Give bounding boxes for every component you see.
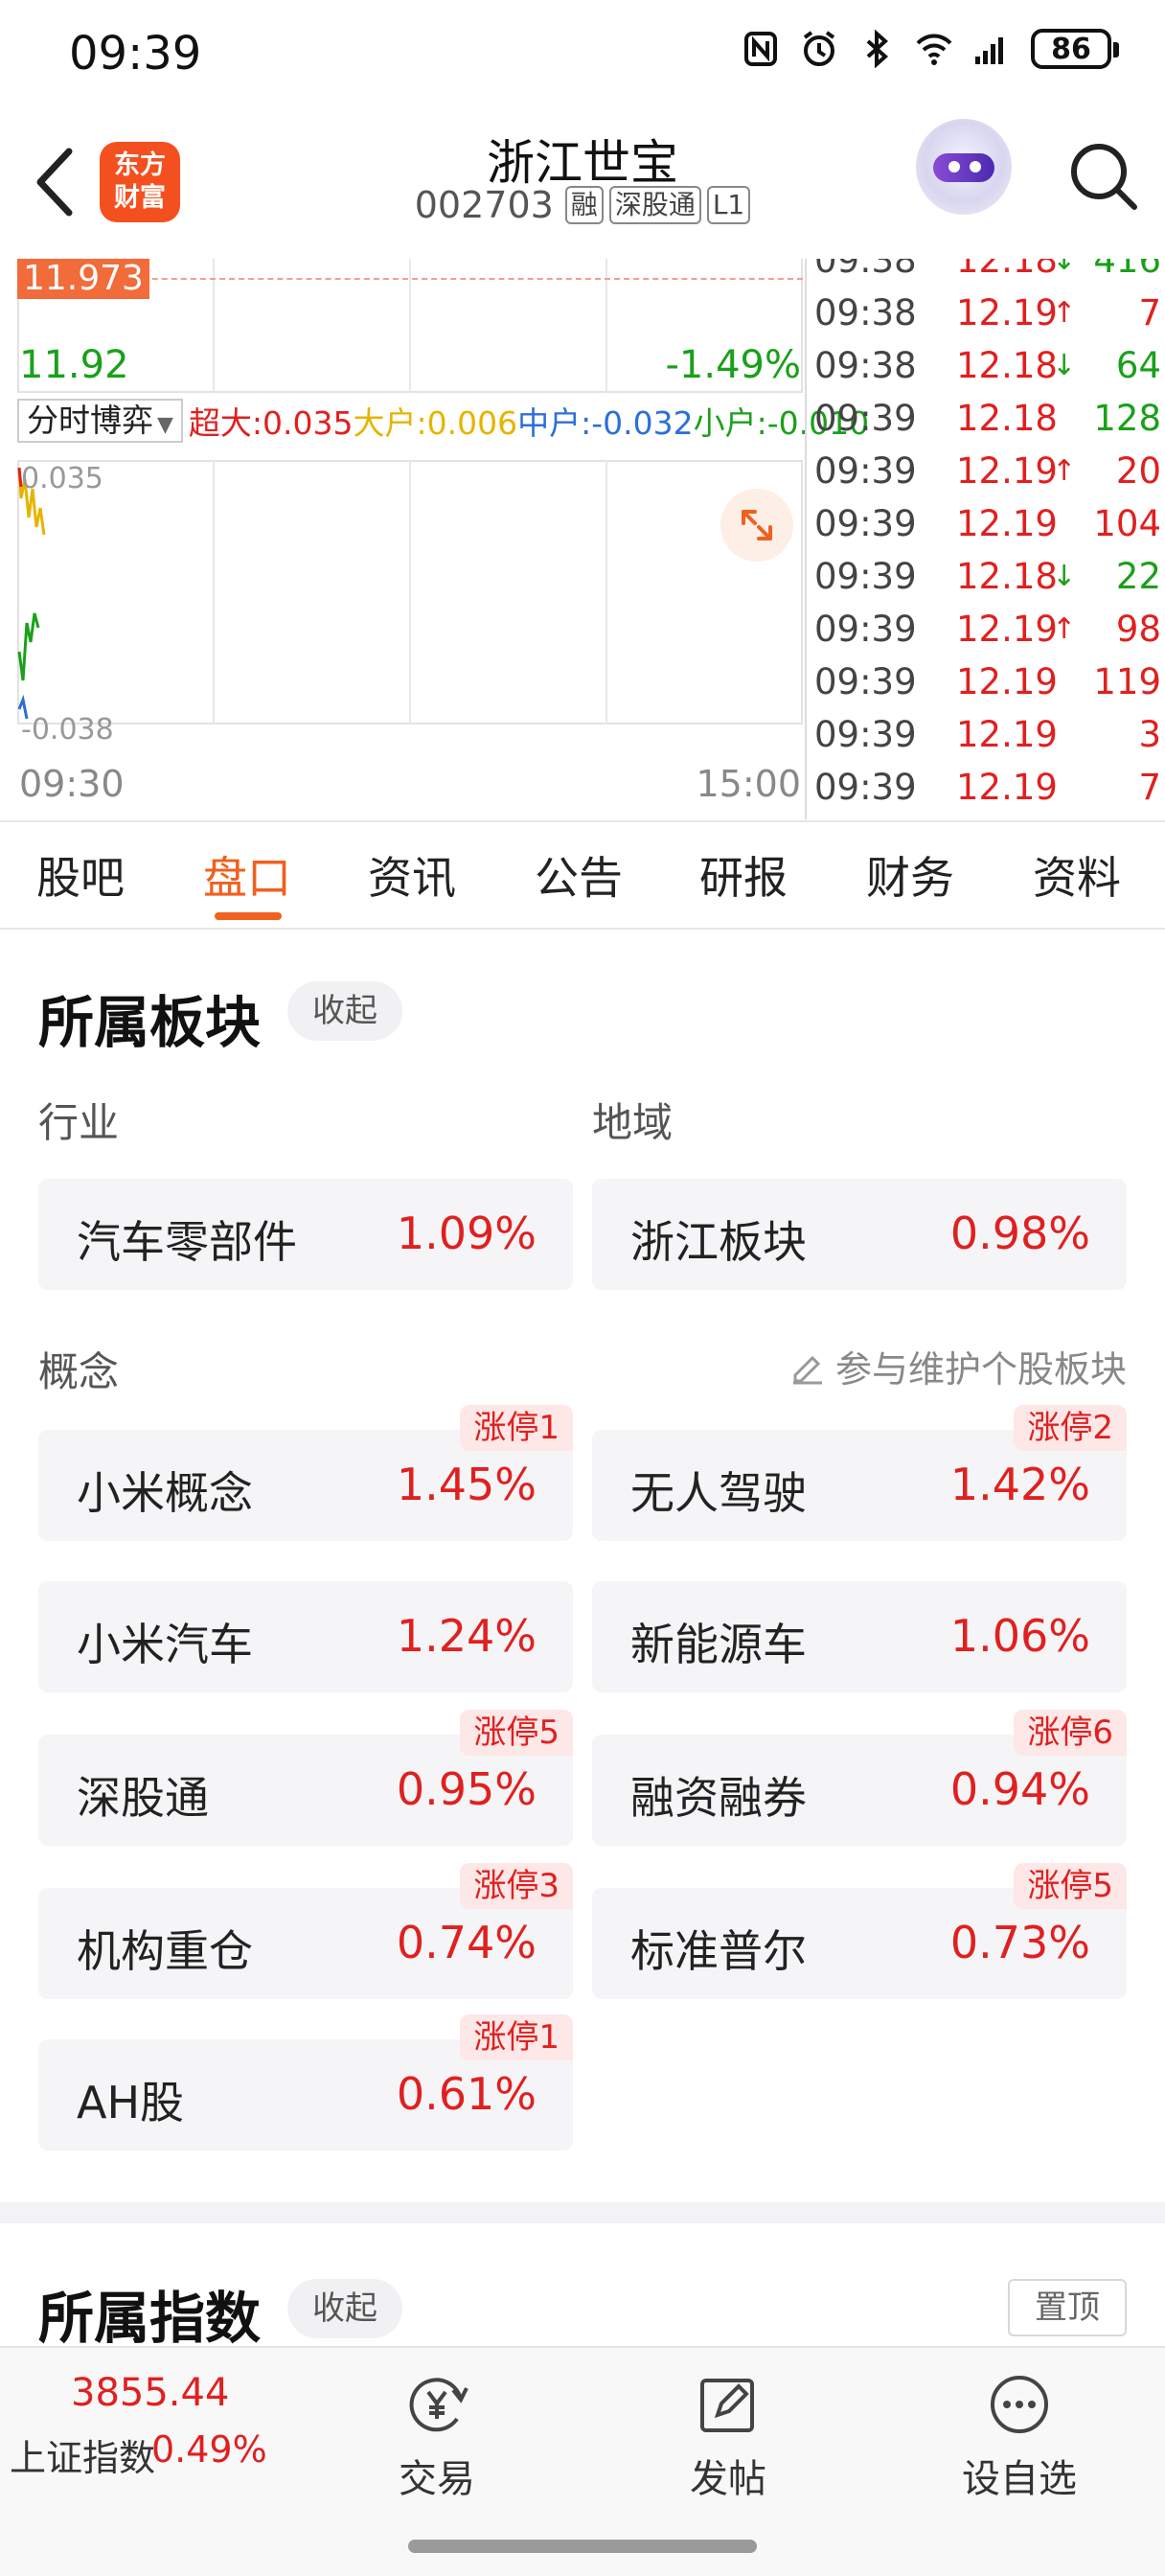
sector-section-title: 所属板块 (38, 990, 262, 1055)
limit-up-badge: 涨停3 (460, 1863, 573, 1909)
indicator-super-large: 超大:0.035 (188, 404, 354, 442)
industry-card[interactable]: 汽车零部件 1.09% (38, 1179, 573, 1290)
industry-label: 行业 (38, 1099, 120, 1146)
section-divider (0, 2202, 1165, 2223)
time-start: 09:30 (19, 763, 125, 805)
concept-label: 概念 (38, 1348, 120, 1395)
low-pct-label: -1.49% (665, 343, 801, 387)
tab-research[interactable]: 研报 (699, 843, 788, 907)
tab-profile[interactable]: 资料 (1033, 843, 1121, 907)
concept-card[interactable]: 小米汽车 1.24% (38, 1581, 573, 1692)
region-card[interactable]: 浙江板块 0.98% (592, 1179, 1127, 1290)
detail-tabs: 股吧 盘口 资讯 公告 研报 财务 资料 (0, 822, 1165, 928)
active-tab-underline (215, 912, 282, 920)
index-section-title: 所属指数 (38, 2286, 262, 2351)
margin-tag: 融 (564, 186, 604, 224)
tab-finance[interactable]: 财务 (866, 843, 954, 907)
concept-card[interactable]: 涨停6 融资融券 0.94% (592, 1710, 1127, 1846)
concept-card[interactable]: 涨停5 标准普尔 0.73% (592, 1863, 1127, 1999)
indicator-lines (17, 467, 46, 720)
axis-bottom-label: -0.038 (21, 713, 114, 747)
level-tag: L1 (706, 186, 751, 224)
battery-indicator: 86 (1031, 29, 1119, 69)
down-arrow-icon: ↓ (1052, 349, 1077, 382)
tab-guba[interactable]: 股吧 (36, 843, 125, 907)
up-arrow-icon: ↑ (1052, 454, 1077, 488)
concept-card[interactable]: 涨停3 机构重仓 0.74% (38, 1863, 573, 1999)
limit-up-badge: 涨停1 (460, 1405, 573, 1451)
limit-up-badge: 涨停1 (460, 2014, 573, 2060)
indicator-medium: 中户:-0.032 (517, 404, 694, 442)
status-icons: 86 (743, 29, 1119, 69)
index-name: 上证指数 (10, 2437, 156, 2479)
edit-icon (792, 1355, 822, 1384)
low-price-label: 11.92 (19, 343, 129, 387)
tick-row: 09:39 12.19 7 (814, 767, 1161, 808)
pin-to-top-button[interactable]: 置顶 (1008, 2279, 1127, 2336)
concept-card[interactable]: 涨停1 小米概念 1.45% (38, 1405, 573, 1541)
limit-up-badge: 涨停5 (460, 1710, 573, 1756)
alarm-icon (803, 31, 835, 66)
concept-card[interactable]: 涨停1 AH股 0.61% (38, 2014, 573, 2150)
limit-up-badge: 涨停6 (1014, 1710, 1127, 1756)
home-indicator[interactable] (408, 2540, 757, 2553)
post-button[interactable]: 发帖 (651, 2371, 805, 2503)
search-icon[interactable] (1065, 138, 1142, 215)
signal-icon (975, 37, 1003, 64)
concept-card[interactable]: 涨停5 深股通 0.95% (38, 1710, 573, 1846)
status-bar: 09:39 86 (0, 0, 1165, 105)
dropdown-caret-icon: ▼ (157, 413, 173, 437)
up-arrow-icon: ↑ (1052, 296, 1077, 330)
down-arrow-icon: ↓ (1052, 560, 1077, 593)
intraday-chart[interactable]: 11.973 11.92 -1.49% 分时博弈 ▼ 超大:0.035 大户:0.… (0, 259, 869, 819)
add-watchlist-button[interactable]: 设自选 (943, 2371, 1096, 2503)
limit-up-badge: 涨停2 (1014, 1405, 1127, 1451)
indicator-large: 大户:0.006 (353, 404, 518, 442)
sector-collapse-button[interactable]: 收起 (287, 981, 402, 1041)
concept-card[interactable]: 新能源车 1.06% (592, 1581, 1127, 1692)
tab-panko[interactable]: 盘口 (203, 843, 291, 907)
time-end: 15:00 (696, 763, 801, 805)
concept-card[interactable]: 涨停2 无人驾驶 1.42% (592, 1405, 1127, 1541)
limit-up-badge: 涨停5 (1014, 1863, 1127, 1909)
status-time: 09:39 (69, 27, 202, 80)
tick-row: 09:38 12.18 ↓ 64 (814, 345, 1161, 386)
tab-announcements[interactable]: 公告 (535, 843, 623, 907)
ai-assistant-robot-icon[interactable] (916, 119, 1012, 215)
maintain-sector-link[interactable]: 参与维护个股板块 (788, 1340, 1127, 1392)
tick-row: 09:38 12.18 ↓ 416 (807, 259, 1165, 292)
expand-chart-button[interactable] (720, 489, 793, 562)
title-bar: 东方 财富 浙江世宝 002703 融 深股通 L1 (0, 105, 1165, 259)
nfc-icon (744, 32, 777, 66)
current-price-flag: 11.973 (17, 259, 149, 299)
tick-list[interactable]: 09:38 12.18 ↓ 416 09:38 12.19 ↑ 7 09:38 … (805, 259, 1165, 819)
tick-row: 09:39 12.18 128 (814, 398, 1161, 439)
stock-code: 002703 (414, 184, 554, 226)
index-collapse-button[interactable]: 收起 (287, 2279, 402, 2338)
fund-flow-indicator-row: 分时博弈 ▼ 超大:0.035 大户:0.006 中户:-0.032 小户:-0.… (17, 399, 869, 443)
edit-post-icon (700, 2379, 754, 2432)
tick-row: 09:39 12.19 ↑ 98 (814, 609, 1161, 650)
connect-tag: 深股通 (608, 186, 701, 224)
tick-row: 09:39 12.19 ↑ 20 (814, 450, 1161, 492)
indicator-select[interactable]: 分时博弈 ▼ (17, 399, 183, 443)
tick-row: 09:38 12.19 ↑ 7 (814, 292, 1161, 334)
axis-top-label: 0.035 (21, 462, 103, 495)
tab-news[interactable]: 资讯 (368, 843, 456, 907)
region-label: 地域 (592, 1099, 674, 1146)
up-arrow-icon: ↑ (1052, 612, 1077, 646)
wifi-icon (916, 34, 952, 65)
tick-row: 09:39 12.18 ↓ 22 (814, 556, 1161, 597)
index-value: 3855.44 (71, 2371, 230, 2415)
index-pct: 0.49% (151, 2428, 267, 2471)
tick-row: 09:39 12.19 104 (814, 503, 1161, 544)
more-dots-icon (991, 2376, 1048, 2433)
expand-icon (742, 510, 772, 540)
bluetooth-icon (866, 30, 889, 68)
trade-button[interactable]: 交易 (360, 2371, 514, 2503)
tick-row: 09:39 12.19 3 (814, 714, 1161, 755)
tick-row: 09:39 12.19 119 (814, 661, 1161, 702)
down-arrow-icon: ↓ (1052, 259, 1077, 277)
yen-cycle-icon (409, 2378, 468, 2432)
